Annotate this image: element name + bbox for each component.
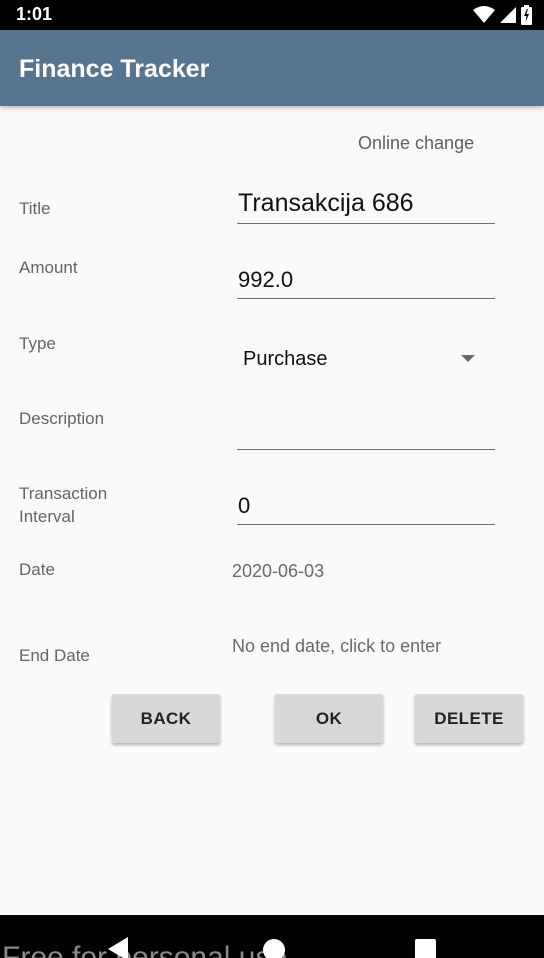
description-label: Description bbox=[19, 409, 105, 428]
type-dropdown[interactable]: Purchase bbox=[237, 340, 485, 380]
date-value[interactable]: 2020-06-03 bbox=[232, 561, 324, 582]
online-change-label: Online change bbox=[358, 133, 475, 153]
back-button[interactable]: BACK bbox=[112, 694, 220, 743]
navigation-bar: Free for personal use bbox=[0, 915, 544, 958]
amount-label: Amount bbox=[19, 258, 78, 277]
interval-label-line2: Interval bbox=[19, 507, 75, 526]
app-bar: Finance Tracker bbox=[0, 30, 544, 106]
dropdown-arrow-icon bbox=[461, 355, 475, 362]
ok-button[interactable]: OK bbox=[275, 694, 383, 743]
status-bar: 1:01 bbox=[0, 0, 544, 30]
type-label: Type bbox=[19, 334, 56, 353]
title-label: Title bbox=[19, 199, 51, 218]
delete-button[interactable]: DELETE bbox=[415, 694, 523, 743]
end-date-label: End Date bbox=[19, 646, 90, 665]
wifi-icon bbox=[473, 6, 495, 23]
type-selected-value: Purchase bbox=[243, 348, 328, 370]
recents-icon[interactable] bbox=[415, 939, 436, 958]
battery-icon bbox=[521, 5, 532, 25]
back-icon[interactable] bbox=[108, 937, 128, 958]
description-input[interactable] bbox=[237, 412, 495, 450]
status-icons bbox=[473, 5, 532, 25]
amount-input[interactable]: 992.0 bbox=[237, 263, 495, 299]
interval-input[interactable]: 0 bbox=[237, 489, 495, 525]
app-title: Finance Tracker bbox=[19, 55, 210, 83]
watermark-text: Free for personal use bbox=[2, 941, 288, 958]
title-input[interactable]: Transakcija 686 bbox=[237, 185, 495, 224]
screen: 1:01 Finance Tracker Online change Title… bbox=[0, 0, 544, 958]
cell-signal-icon bbox=[500, 7, 516, 23]
home-icon[interactable] bbox=[263, 939, 285, 958]
status-time: 1:01 bbox=[16, 4, 53, 24]
date-label: Date bbox=[19, 560, 55, 579]
interval-label-line1: Transaction bbox=[19, 484, 108, 503]
end-date-value[interactable]: No end date, click to enter bbox=[232, 636, 441, 657]
